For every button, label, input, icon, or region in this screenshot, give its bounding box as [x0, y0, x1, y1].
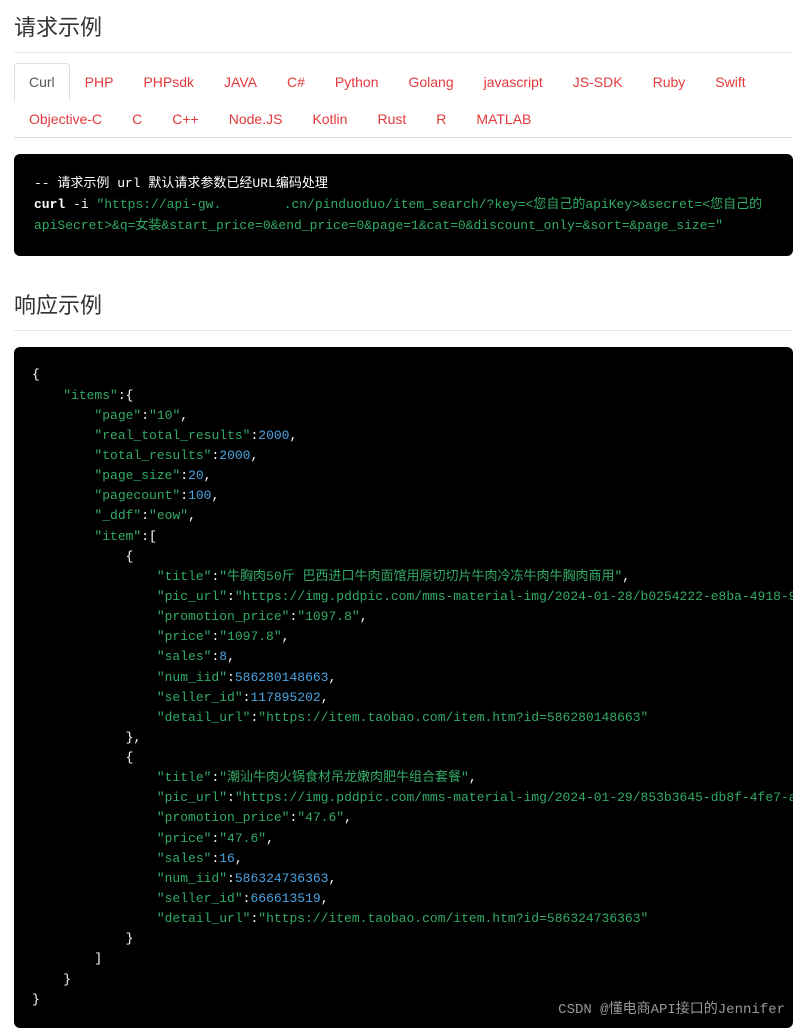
tab-php[interactable]: PHP — [70, 63, 129, 101]
curl-code-block: -- 请求示例 url 默认请求参数已经URL编码处理 curl -i "htt… — [14, 154, 793, 256]
tab-c-[interactable]: C# — [272, 63, 320, 101]
response-section: 响应示例 { "items":{ "page":"10", "real_tota… — [0, 278, 807, 1028]
tab-curl[interactable]: Curl — [14, 63, 70, 101]
tab-swift[interactable]: Swift — [700, 63, 760, 101]
tab-rust[interactable]: Rust — [362, 100, 421, 138]
tab-c[interactable]: C — [117, 100, 157, 138]
tab-objective-c[interactable]: Objective-C — [14, 100, 117, 138]
tab-java[interactable]: JAVA — [209, 63, 272, 101]
tab-phpsdk[interactable]: PHPsdk — [128, 63, 209, 101]
language-tabs: CurlPHPPHPsdkJAVAC#PythonGolangjavascrip… — [14, 63, 793, 138]
response-heading: 响应示例 — [14, 288, 793, 331]
tab-node-js[interactable]: Node.JS — [214, 100, 298, 138]
tab-r[interactable]: R — [421, 100, 461, 138]
tab-kotlin[interactable]: Kotlin — [297, 100, 362, 138]
curl-flag: -i — [73, 197, 89, 212]
response-json-block: { "items":{ "page":"10", "real_total_res… — [14, 347, 793, 1028]
tab-javascript[interactable]: javascript — [469, 63, 558, 101]
tab-python[interactable]: Python — [320, 63, 394, 101]
request-section: 请求示例 CurlPHPPHPsdkJAVAC#PythonGolangjava… — [0, 0, 807, 256]
tab-matlab[interactable]: MATLAB — [461, 100, 546, 138]
response-json-pre: { "items":{ "page":"10", "real_total_res… — [32, 365, 775, 1010]
tab-ruby[interactable]: Ruby — [638, 63, 701, 101]
curl-url-prefix: "https://api-gw. — [96, 197, 221, 212]
tab-c-[interactable]: C++ — [157, 100, 213, 138]
curl-comment: -- 请求示例 url 默认请求参数已经URL编码处理 — [34, 176, 328, 191]
curl-url-redacted: xxxxxxxx — [221, 197, 283, 212]
curl-cmd: curl — [34, 197, 65, 212]
tab-golang[interactable]: Golang — [393, 63, 468, 101]
tab-js-sdk[interactable]: JS-SDK — [558, 63, 638, 101]
request-heading: 请求示例 — [14, 10, 793, 53]
